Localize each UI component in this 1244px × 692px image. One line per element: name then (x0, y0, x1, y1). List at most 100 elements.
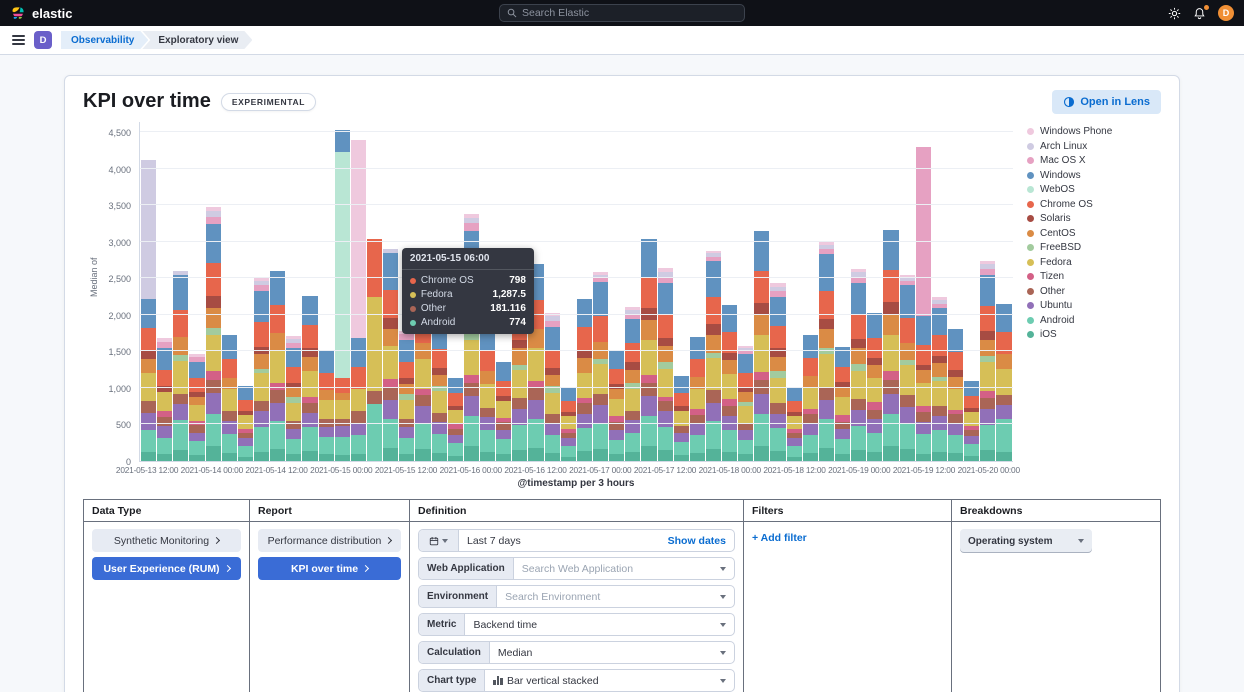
definition-field-calculation[interactable]: CalculationMedian (418, 641, 735, 664)
legend-item[interactable]: Android (1027, 315, 1161, 326)
chart-bar[interactable] (302, 296, 317, 461)
legend-item[interactable]: Ubuntu (1027, 300, 1161, 311)
breakdown-select[interactable]: Operating system (960, 529, 1092, 553)
chart-bar[interactable] (351, 140, 366, 461)
legend-item[interactable]: Chrome OS (1027, 199, 1161, 210)
y-tick-label: 500 (83, 420, 131, 430)
bar-segment (351, 424, 366, 435)
chart-bar[interactable] (674, 376, 689, 461)
legend-item[interactable]: iOS (1027, 329, 1161, 340)
add-filter-button[interactable]: + Add filter (752, 529, 943, 544)
legend-item[interactable]: Solaris (1027, 213, 1161, 224)
field-placeholder[interactable]: Search Web Application (514, 563, 720, 575)
chart-bar[interactable] (916, 147, 931, 461)
bar-segment (351, 454, 366, 461)
search-placeholder: Search Elastic (522, 7, 589, 19)
bar-segment (980, 340, 995, 356)
chart-bar[interactable] (577, 299, 592, 461)
chart-bar[interactable] (593, 272, 608, 461)
notifications-bell-icon[interactable] (1193, 7, 1206, 20)
chart-bar[interactable] (625, 307, 640, 461)
chart-bar[interactable] (383, 249, 398, 461)
chart-bar[interactable] (900, 275, 915, 461)
legend-item[interactable]: WebOS (1027, 184, 1161, 195)
user-avatar[interactable]: D (1218, 5, 1234, 21)
field-value[interactable]: Backend time (465, 619, 720, 631)
chart-bar[interactable] (286, 336, 301, 461)
field-value[interactable]: Bar vertical stacked (485, 675, 720, 687)
chart-bar[interactable] (738, 346, 753, 461)
bar-segment (803, 388, 818, 409)
calendar-button[interactable] (419, 530, 459, 551)
bar-segment (690, 453, 705, 461)
chart-bar[interactable] (189, 354, 204, 461)
breadcrumb-observability[interactable]: Observability (61, 31, 148, 49)
chart-bar[interactable] (609, 350, 624, 461)
bar-segment (835, 454, 850, 461)
legend-item[interactable]: Arch Linux (1027, 141, 1161, 152)
legend-item[interactable]: Windows (1027, 170, 1161, 181)
chevron-right-icon (362, 565, 369, 572)
bar-segment (545, 423, 560, 435)
chart-bar[interactable] (254, 278, 269, 461)
open-in-lens-button[interactable]: Open in Lens (1052, 90, 1161, 114)
legend-item[interactable]: Tizen (1027, 271, 1161, 282)
chart-bar[interactable] (690, 337, 705, 461)
bar-segment (641, 396, 656, 416)
breadcrumb-bar: D Observability Exploratory view (0, 26, 1244, 55)
chart-bar[interactable] (948, 329, 963, 461)
global-search-input[interactable]: Search Elastic (499, 4, 745, 22)
chart-bar[interactable] (851, 269, 866, 461)
chart-bar[interactable] (658, 268, 673, 461)
breadcrumb-exploratory-view[interactable]: Exploratory view (142, 31, 252, 49)
chart-bar[interactable] (980, 261, 995, 461)
chart-bar[interactable] (722, 305, 737, 461)
report-button[interactable]: KPI over time (258, 557, 401, 580)
chart-bar[interactable] (754, 231, 769, 461)
legend-item[interactable]: Fedora (1027, 257, 1161, 268)
data-type-button[interactable]: Synthetic Monitoring (92, 529, 241, 552)
date-range-value[interactable]: Last 7 days (459, 535, 668, 547)
show-dates-link[interactable]: Show dates (668, 535, 734, 547)
elastic-brand[interactable]: elastic (10, 5, 72, 21)
legend-item[interactable]: CentOS (1027, 228, 1161, 239)
chart-bar[interactable] (157, 338, 172, 461)
menu-hamburger-icon[interactable] (12, 35, 25, 45)
bar-segment (658, 346, 673, 361)
chart-bar[interactable] (996, 304, 1011, 461)
chart-bar[interactable] (932, 297, 947, 461)
bar-segment (480, 452, 495, 462)
definition-field-environment[interactable]: EnvironmentSearch Environment (418, 585, 735, 608)
chart-bar[interactable] (319, 351, 334, 461)
chart-bar[interactable] (173, 271, 188, 461)
legend-item[interactable]: Windows Phone (1027, 126, 1161, 137)
chart-bar[interactable] (706, 251, 721, 461)
field-placeholder[interactable]: Search Environment (497, 591, 720, 603)
report-button[interactable]: Performance distribution (258, 529, 401, 552)
chart-bar[interactable] (448, 378, 463, 461)
chart-bar[interactable] (270, 271, 285, 461)
chart-bar[interactable] (496, 362, 511, 461)
definition-field-metric[interactable]: MetricBackend time (418, 613, 735, 636)
legend-item[interactable]: Mac OS X (1027, 155, 1161, 166)
chart-bar[interactable] (480, 324, 495, 461)
bar-segment (528, 348, 543, 381)
date-range-picker[interactable]: Last 7 days Show dates (418, 529, 735, 552)
chart-bar[interactable] (335, 130, 350, 461)
chart-bar[interactable] (222, 335, 237, 461)
chart-bar[interactable] (964, 381, 979, 461)
data-type-button[interactable]: User Experience (RUM) (92, 557, 241, 580)
space-badge[interactable]: D (34, 31, 52, 49)
definition-field-chart-type[interactable]: Chart typeBar vertical stacked (418, 669, 735, 692)
chart-bar[interactable] (819, 242, 834, 461)
chart-bar[interactable] (883, 230, 898, 461)
chart-bar[interactable] (835, 347, 850, 461)
chart-bar[interactable] (770, 283, 785, 461)
definition-field-web-application[interactable]: Web ApplicationSearch Web Application (418, 557, 735, 580)
chart-bar[interactable] (803, 335, 818, 461)
legend-item[interactable]: FreeBSD (1027, 242, 1161, 253)
settings-gear-icon[interactable] (1168, 7, 1181, 20)
legend-item[interactable]: Other (1027, 286, 1161, 297)
chart-bar[interactable] (432, 317, 447, 461)
field-value[interactable]: Median (490, 647, 720, 659)
